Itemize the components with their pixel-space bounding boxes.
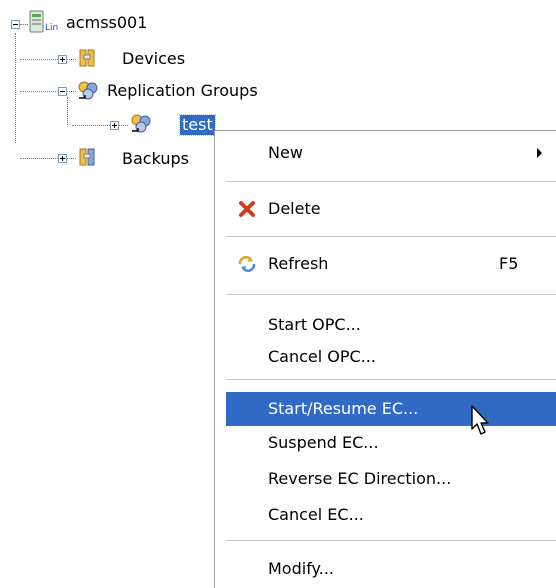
- menu-item-label: Refresh: [268, 254, 329, 273]
- menu-item-label: Start/Resume EC...: [268, 399, 419, 418]
- mouse-pointer-icon: [471, 405, 489, 435]
- delete-x-icon: [239, 201, 255, 217]
- menu-separator: [226, 294, 556, 295]
- context-menu: New Delete Refresh F5 Start OPC... Cance…: [214, 130, 556, 588]
- menu-item-label: Cancel OPC...: [268, 347, 376, 366]
- tree-node-backups[interactable]: Backups: [122, 149, 189, 169]
- server-icon: [29, 10, 44, 33]
- expand-toggle-test[interactable]: [110, 121, 119, 130]
- backups-icon: [79, 148, 95, 166]
- tree-connector: [67, 97, 68, 125]
- menu-item-label: Modify...: [268, 559, 334, 578]
- expand-toggle-devices[interactable]: [58, 55, 67, 64]
- submenu-arrow-icon: [537, 148, 542, 158]
- collapse-toggle-root[interactable]: [11, 20, 20, 29]
- tree-connector: [20, 24, 28, 25]
- menu-item-refresh[interactable]: Refresh F5: [226, 246, 556, 282]
- tree-connector: [20, 158, 76, 159]
- menu-separator: [226, 181, 556, 182]
- menu-item-label: Delete: [268, 199, 321, 218]
- menu-item-reverse-ec-direction[interactable]: Reverse EC Direction...: [226, 461, 556, 497]
- menu-item-modify[interactable]: Modify...: [226, 551, 556, 587]
- tree-node-devices[interactable]: Devices: [122, 49, 185, 69]
- collapse-toggle-replication-groups[interactable]: [58, 87, 67, 96]
- menu-item-cancel-ec[interactable]: Cancel EC...: [226, 497, 556, 533]
- menu-item-label: Start OPC...: [268, 315, 361, 334]
- menu-separator: [226, 236, 556, 237]
- menu-item-new[interactable]: New: [226, 135, 556, 171]
- expand-toggle-backups[interactable]: [58, 154, 67, 163]
- menu-item-label: New: [268, 143, 303, 162]
- menu-item-label: Reverse EC Direction...: [268, 469, 452, 488]
- tree-node-acmss001[interactable]: acmss001: [66, 13, 147, 33]
- menu-item-start-opc[interactable]: Start OPC...: [226, 307, 556, 343]
- replication-group-icon: [131, 114, 151, 133]
- tree-connector: [20, 91, 76, 92]
- menu-item-start-resume-ec[interactable]: Start/Resume EC...: [226, 392, 556, 426]
- replication-groups-icon: [78, 81, 98, 100]
- shortcut-label: F5: [499, 254, 519, 273]
- os-badge: Lin: [45, 23, 59, 33]
- menu-separator: [226, 540, 556, 541]
- menu-item-cancel-opc[interactable]: Cancel OPC...: [226, 339, 556, 375]
- menu-item-label: Suspend EC...: [268, 433, 379, 452]
- tree-node-test[interactable]: test: [179, 114, 216, 136]
- devices-icon: [79, 49, 95, 67]
- menu-separator: [226, 379, 556, 380]
- menu-item-delete[interactable]: Delete: [226, 191, 556, 227]
- menu-item-label: Cancel EC...: [268, 505, 364, 524]
- tree-connector: [72, 125, 128, 126]
- tree-node-replication-groups[interactable]: Replication Groups: [107, 81, 258, 101]
- refresh-icon: [238, 256, 256, 272]
- tree-connector: [15, 33, 16, 143]
- tree-connector: [20, 59, 76, 60]
- menu-item-suspend-ec[interactable]: Suspend EC...: [226, 425, 556, 461]
